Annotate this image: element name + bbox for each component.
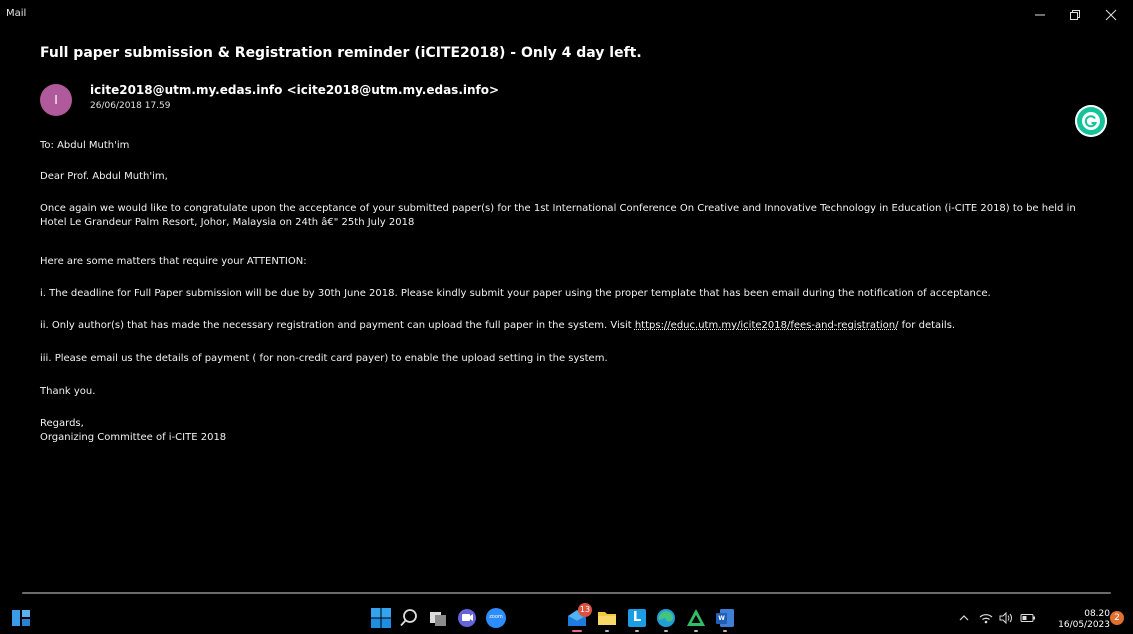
item-registration: ii. Only author(s) that has made the nec…: [40, 319, 955, 333]
teams-chat-button[interactable]: [456, 607, 478, 629]
sender-address[interactable]: icite2018@utm.my.edas.info <icite2018@ut…: [90, 83, 499, 97]
close-icon: [1105, 9, 1117, 21]
restore-icon: [1070, 10, 1080, 20]
folder-icon: [598, 612, 616, 625]
greeting: Dear Prof. Abdul Muth'im,: [40, 171, 168, 182]
word-button[interactable]: W: [714, 607, 736, 632]
zoom-button[interactable]: zoom: [485, 607, 507, 629]
scroll-divider: [22, 592, 1111, 594]
start-button[interactable]: [370, 607, 392, 629]
grammarly-icon: [1082, 112, 1100, 130]
regards-line: Regards,: [40, 418, 84, 429]
paragraph-congratulation: Once again we would like to congratulate…: [40, 203, 1076, 228]
word-label: W: [718, 615, 725, 622]
email-subject: Full paper submission & Registration rem…: [40, 45, 642, 61]
running-indicator: [694, 630, 698, 632]
thanks-line: Thank you.: [40, 386, 96, 397]
widgets-icon: [12, 610, 30, 626]
running-indicator: [605, 630, 609, 632]
file-explorer-button[interactable]: [596, 607, 618, 632]
zoom-label: zoom: [489, 614, 503, 620]
running-indicator: [723, 630, 727, 632]
wifi-icon[interactable]: [979, 612, 993, 624]
chat-icon: [458, 609, 476, 627]
mail-taskbar-button[interactable]: 13: [566, 603, 592, 632]
running-indicator: [664, 630, 668, 632]
taskbar: zoom 13 L W: [0, 603, 1133, 634]
volume-icon[interactable]: [999, 612, 1013, 624]
clock-date[interactable]: 16/05/2023: [1050, 620, 1110, 630]
running-indicator: [572, 630, 582, 632]
item-deadline: i. The deadline for Full Paper submissio…: [40, 288, 991, 299]
close-button[interactable]: [1096, 4, 1126, 26]
lexicon-app-button[interactable]: L: [626, 607, 648, 632]
grammarly-button[interactable]: [1075, 105, 1107, 137]
chevron-up-icon[interactable]: [958, 612, 970, 624]
notification-badge[interactable]: 2: [1110, 611, 1124, 625]
recipient-line: To: Abdul Muth'im: [40, 140, 130, 151]
running-indicator: [635, 630, 639, 632]
task-view-icon: [430, 612, 446, 626]
restore-button[interactable]: [1060, 4, 1090, 26]
search-button[interactable]: [398, 607, 420, 629]
item-registration-text: ii. Only author(s) that has made the nec…: [40, 320, 635, 331]
title-bar: Mail: [0, 0, 1133, 30]
triangle-app-icon: [687, 609, 705, 626]
maps-app-button[interactable]: [685, 607, 707, 632]
mail-unread-badge: 13: [578, 603, 592, 617]
battery-icon[interactable]: [1020, 612, 1036, 624]
edge-icon: [657, 609, 675, 627]
task-view-button[interactable]: [427, 607, 449, 629]
signature: Organizing Committee of i-CITE 2018: [40, 432, 227, 443]
minimize-button[interactable]: [1025, 4, 1055, 26]
attention-line: Here are some matters that require your …: [40, 256, 307, 267]
widgets-button[interactable]: [10, 607, 32, 629]
windows-icon: [371, 608, 391, 628]
item-registration-suffix: for details.: [898, 320, 956, 331]
minimize-icon: [1035, 14, 1045, 16]
registration-link[interactable]: https://educ.utm.my/icite2018/fees-and-r…: [635, 320, 899, 331]
sent-date: 26/06/2018 17.59: [90, 101, 171, 111]
edge-browser-button[interactable]: [655, 607, 677, 632]
app-title: Mail: [6, 8, 27, 19]
sender-avatar[interactable]: I: [40, 84, 72, 116]
clock-time[interactable]: 08.20: [1078, 609, 1110, 619]
search-icon: [400, 609, 417, 627]
item-payment: iii. Please email us the details of paym…: [40, 353, 608, 364]
lexicon-app-label: L: [632, 610, 642, 625]
